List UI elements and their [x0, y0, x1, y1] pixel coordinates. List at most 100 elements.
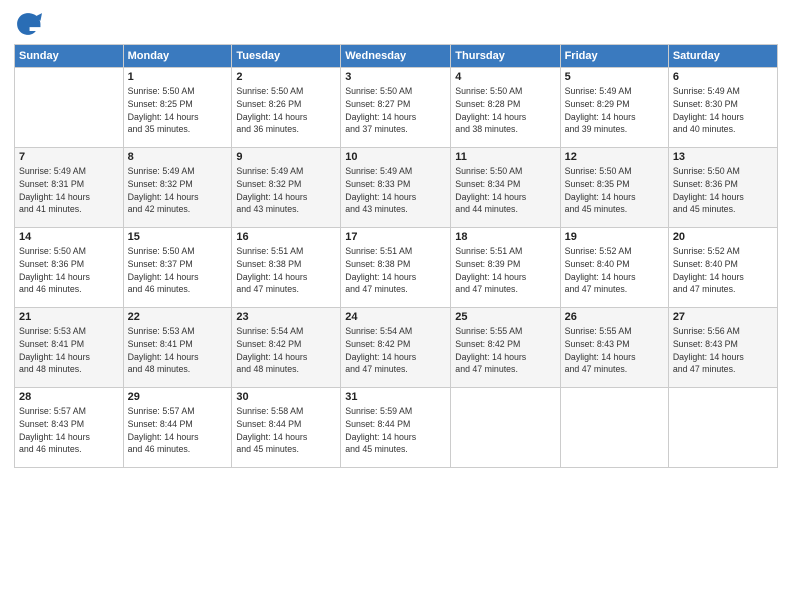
calendar-week-5: 28 Sunrise: 5:57 AM Sunset: 8:43 PM Dayli…	[15, 388, 778, 468]
weekday-header-tuesday: Tuesday	[232, 45, 341, 68]
day-info: Sunrise: 5:55 AM Sunset: 8:43 PM Dayligh…	[565, 325, 664, 376]
day-number: 16	[236, 231, 336, 243]
calendar-week-3: 14 Sunrise: 5:50 AM Sunset: 8:36 PM Dayli…	[15, 228, 778, 308]
calendar-cell: 19Sunrise: 5:52 AM Sunset: 8:40 PM Dayli…	[560, 228, 668, 308]
day-info: Sunrise: 5:58 AM Sunset: 8:44 PM Dayligh…	[236, 405, 336, 456]
day-number: 26	[565, 311, 664, 323]
day-info: Sunrise: 5:49 AM Sunset: 8:33 PM Dayligh…	[345, 165, 446, 216]
calendar-cell: 30 Sunrise: 5:58 AM Sunset: 8:44 PM Dayli…	[232, 388, 341, 468]
day-number: 28	[19, 391, 119, 403]
header	[14, 10, 778, 38]
day-info: Sunrise: 5:51 AM Sunset: 8:39 PM Dayligh…	[455, 245, 555, 296]
calendar-cell	[451, 388, 560, 468]
day-number: 9	[236, 151, 336, 163]
calendar-body: 1 Sunrise: 5:50 AM Sunset: 8:25 PM Daylig…	[15, 68, 778, 468]
day-number: 12	[565, 151, 664, 163]
day-number: 20	[673, 231, 773, 243]
calendar-cell: 22Sunrise: 5:53 AM Sunset: 8:41 PM Dayli…	[123, 308, 232, 388]
day-number: 29	[128, 391, 228, 403]
day-number: 18	[455, 231, 555, 243]
calendar-cell: 9 Sunrise: 5:49 AM Sunset: 8:32 PM Daylig…	[232, 148, 341, 228]
day-number: 27	[673, 311, 773, 323]
day-info: Sunrise: 5:50 AM Sunset: 8:36 PM Dayligh…	[673, 165, 773, 216]
day-info: Sunrise: 5:56 AM Sunset: 8:43 PM Dayligh…	[673, 325, 773, 376]
day-info: Sunrise: 5:49 AM Sunset: 8:31 PM Dayligh…	[19, 165, 119, 216]
calendar-cell: 23 Sunrise: 5:54 AM Sunset: 8:42 PM Dayli…	[232, 308, 341, 388]
calendar-cell: 31Sunrise: 5:59 AM Sunset: 8:44 PM Dayli…	[341, 388, 451, 468]
day-number: 24	[345, 311, 446, 323]
calendar-cell: 13 Sunrise: 5:50 AM Sunset: 8:36 PM Dayli…	[668, 148, 777, 228]
calendar-cell: 1 Sunrise: 5:50 AM Sunset: 8:25 PM Daylig…	[123, 68, 232, 148]
weekday-header-wednesday: Wednesday	[341, 45, 451, 68]
day-info: Sunrise: 5:49 AM Sunset: 8:32 PM Dayligh…	[128, 165, 228, 216]
day-info: Sunrise: 5:59 AM Sunset: 8:44 PM Dayligh…	[345, 405, 446, 456]
calendar-cell: 15 Sunrise: 5:50 AM Sunset: 8:37 PM Dayli…	[123, 228, 232, 308]
day-number: 30	[236, 391, 336, 403]
day-number: 8	[128, 151, 228, 163]
day-info: Sunrise: 5:52 AM Sunset: 8:40 PM Dayligh…	[673, 245, 773, 296]
day-number: 22	[128, 311, 228, 323]
day-info: Sunrise: 5:57 AM Sunset: 8:43 PM Dayligh…	[19, 405, 119, 456]
calendar-cell: 6 Sunrise: 5:49 AM Sunset: 8:30 PM Daylig…	[668, 68, 777, 148]
calendar-table: SundayMondayTuesdayWednesdayThursdayFrid…	[14, 44, 778, 468]
calendar-cell	[560, 388, 668, 468]
logo-icon	[14, 10, 42, 38]
page: SundayMondayTuesdayWednesdayThursdayFrid…	[0, 0, 792, 612]
calendar-cell: 5Sunrise: 5:49 AM Sunset: 8:29 PM Daylig…	[560, 68, 668, 148]
day-number: 15	[128, 231, 228, 243]
day-info: Sunrise: 5:50 AM Sunset: 8:28 PM Dayligh…	[455, 85, 555, 136]
day-number: 1	[128, 71, 228, 83]
day-info: Sunrise: 5:50 AM Sunset: 8:27 PM Dayligh…	[345, 85, 446, 136]
calendar-cell: 14 Sunrise: 5:50 AM Sunset: 8:36 PM Dayli…	[15, 228, 124, 308]
calendar-cell: 29Sunrise: 5:57 AM Sunset: 8:44 PM Dayli…	[123, 388, 232, 468]
calendar-cell: 28 Sunrise: 5:57 AM Sunset: 8:43 PM Dayli…	[15, 388, 124, 468]
day-number: 10	[345, 151, 446, 163]
calendar-cell: 12 Sunrise: 5:50 AM Sunset: 8:35 PM Dayli…	[560, 148, 668, 228]
day-number: 23	[236, 311, 336, 323]
day-info: Sunrise: 5:54 AM Sunset: 8:42 PM Dayligh…	[345, 325, 446, 376]
calendar-cell: 16 Sunrise: 5:51 AM Sunset: 8:38 PM Dayli…	[232, 228, 341, 308]
calendar-cell: 20 Sunrise: 5:52 AM Sunset: 8:40 PM Dayli…	[668, 228, 777, 308]
day-number: 2	[236, 71, 336, 83]
day-number: 11	[455, 151, 555, 163]
calendar-cell: 18 Sunrise: 5:51 AM Sunset: 8:39 PM Dayli…	[451, 228, 560, 308]
weekday-header-saturday: Saturday	[668, 45, 777, 68]
calendar-header: SundayMondayTuesdayWednesdayThursdayFrid…	[15, 45, 778, 68]
day-info: Sunrise: 5:50 AM Sunset: 8:36 PM Dayligh…	[19, 245, 119, 296]
day-info: Sunrise: 5:49 AM Sunset: 8:32 PM Dayligh…	[236, 165, 336, 216]
day-info: Sunrise: 5:50 AM Sunset: 8:25 PM Dayligh…	[128, 85, 228, 136]
day-number: 3	[345, 71, 446, 83]
calendar-cell: 25Sunrise: 5:55 AM Sunset: 8:42 PM Dayli…	[451, 308, 560, 388]
weekday-header-sunday: Sunday	[15, 45, 124, 68]
calendar-cell: 26 Sunrise: 5:55 AM Sunset: 8:43 PM Dayli…	[560, 308, 668, 388]
day-number: 7	[19, 151, 119, 163]
weekday-header-thursday: Thursday	[451, 45, 560, 68]
day-info: Sunrise: 5:51 AM Sunset: 8:38 PM Dayligh…	[236, 245, 336, 296]
day-info: Sunrise: 5:53 AM Sunset: 8:41 PM Dayligh…	[19, 325, 119, 376]
day-info: Sunrise: 5:49 AM Sunset: 8:29 PM Dayligh…	[565, 85, 664, 136]
day-info: Sunrise: 5:54 AM Sunset: 8:42 PM Dayligh…	[236, 325, 336, 376]
calendar-cell: 3 Sunrise: 5:50 AM Sunset: 8:27 PM Daylig…	[341, 68, 451, 148]
calendar-week-2: 7 Sunrise: 5:49 AM Sunset: 8:31 PM Daylig…	[15, 148, 778, 228]
calendar-week-4: 21 Sunrise: 5:53 AM Sunset: 8:41 PM Dayli…	[15, 308, 778, 388]
calendar-cell: 7 Sunrise: 5:49 AM Sunset: 8:31 PM Daylig…	[15, 148, 124, 228]
day-number: 25	[455, 311, 555, 323]
day-number: 6	[673, 71, 773, 83]
day-number: 13	[673, 151, 773, 163]
day-info: Sunrise: 5:49 AM Sunset: 8:30 PM Dayligh…	[673, 85, 773, 136]
calendar-cell: 4Sunrise: 5:50 AM Sunset: 8:28 PM Daylig…	[451, 68, 560, 148]
calendar-week-1: 1 Sunrise: 5:50 AM Sunset: 8:25 PM Daylig…	[15, 68, 778, 148]
day-number: 14	[19, 231, 119, 243]
calendar-cell: 10 Sunrise: 5:49 AM Sunset: 8:33 PM Dayli…	[341, 148, 451, 228]
calendar-cell	[668, 388, 777, 468]
calendar-cell: 17Sunrise: 5:51 AM Sunset: 8:38 PM Dayli…	[341, 228, 451, 308]
weekday-header-friday: Friday	[560, 45, 668, 68]
day-number: 21	[19, 311, 119, 323]
day-info: Sunrise: 5:51 AM Sunset: 8:38 PM Dayligh…	[345, 245, 446, 296]
calendar-cell: 24 Sunrise: 5:54 AM Sunset: 8:42 PM Dayli…	[341, 308, 451, 388]
day-info: Sunrise: 5:50 AM Sunset: 8:26 PM Dayligh…	[236, 85, 336, 136]
calendar-cell: 2 Sunrise: 5:50 AM Sunset: 8:26 PM Daylig…	[232, 68, 341, 148]
logo	[14, 10, 46, 38]
day-info: Sunrise: 5:50 AM Sunset: 8:37 PM Dayligh…	[128, 245, 228, 296]
day-info: Sunrise: 5:50 AM Sunset: 8:35 PM Dayligh…	[565, 165, 664, 216]
